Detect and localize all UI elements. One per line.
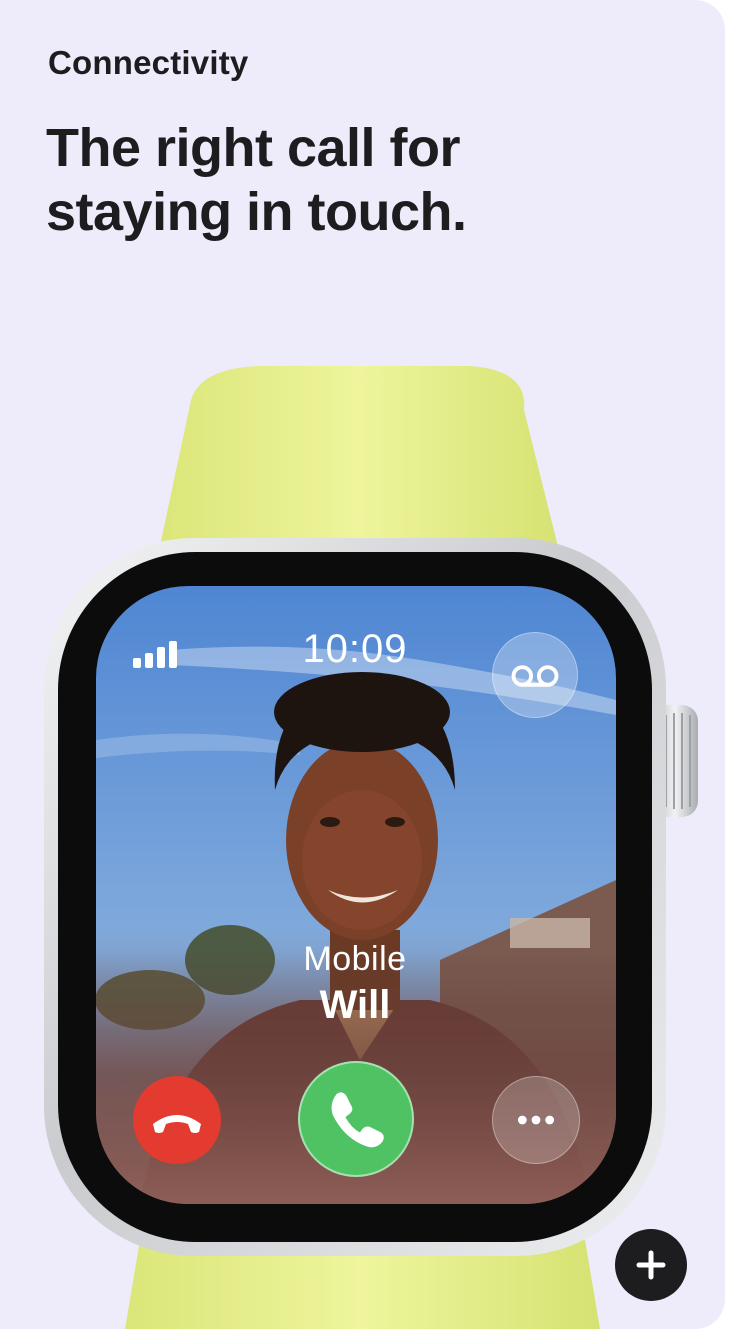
caller-name: Will <box>319 983 391 1027</box>
cellular-signal-icon <box>133 640 178 668</box>
voicemail-icon <box>511 665 559 687</box>
decline-call-button[interactable] <box>133 1076 221 1164</box>
more-options-button[interactable] <box>492 1076 580 1164</box>
expand-button[interactable] <box>615 1229 687 1301</box>
more-options-icon <box>517 1115 555 1125</box>
connectivity-card: Connectivity The right call for staying … <box>0 0 725 1329</box>
plus-icon <box>636 1250 666 1280</box>
caller-label: Mobile <box>303 940 407 978</box>
watch-time: 10:09 <box>302 627 408 671</box>
voicemail-button[interactable] <box>492 632 578 718</box>
phone-accept-icon <box>331 1092 384 1148</box>
phone-decline-icon <box>153 1115 201 1133</box>
accept-call-button[interactable] <box>298 1061 414 1177</box>
